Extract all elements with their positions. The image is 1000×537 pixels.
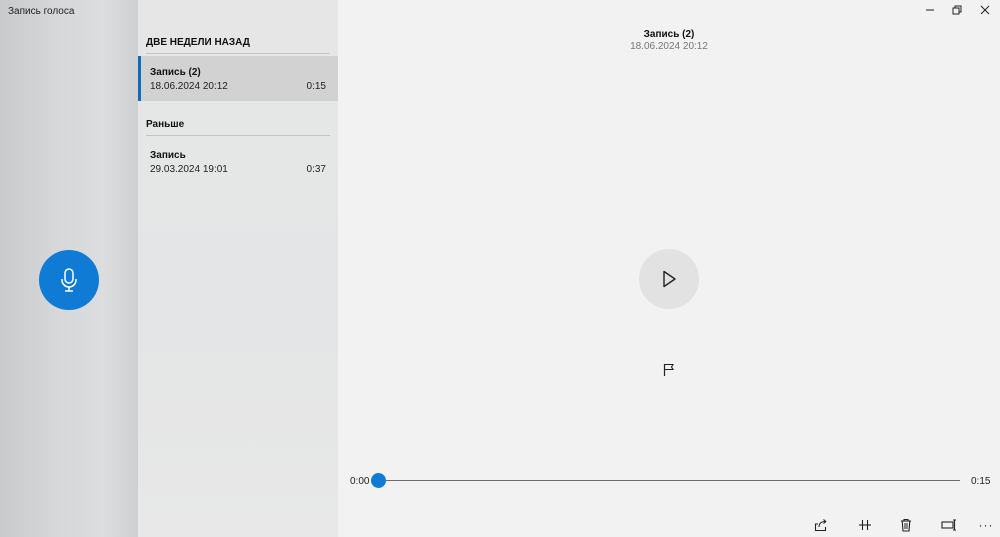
trim-icon [859, 520, 871, 530]
close-icon [980, 5, 990, 15]
recordings-list: ДВЕ НЕДЕЛИ НАЗАД Запись (2) 18.06.2024 2… [138, 0, 338, 537]
time-total: 0:15 [971, 476, 991, 487]
recording-item-selected[interactable]: Запись (2) 18.06.2024 20:12 0:15 [138, 56, 338, 101]
time-elapsed: 0:00 [350, 476, 370, 487]
trash-icon [901, 518, 911, 532]
recording-name: Запись [150, 150, 186, 161]
restore-button[interactable] [942, 0, 972, 20]
close-button[interactable] [970, 0, 1000, 20]
delete-button[interactable] [896, 516, 916, 534]
seek-track[interactable] [378, 480, 960, 481]
recording-duration: 0:15 [306, 81, 326, 92]
rename-icon [941, 519, 956, 531]
share-button[interactable] [811, 516, 831, 534]
more-options-button[interactable]: ··· [976, 516, 996, 534]
add-marker-button[interactable] [660, 361, 678, 379]
share-icon [814, 519, 827, 532]
more-icon: ··· [978, 518, 994, 532]
seek-thumb[interactable] [371, 473, 386, 488]
player-area: Запись (2) 18.06.2024 20:12 0:00 0:15 ··… [338, 0, 1000, 537]
recording-date: 18.06.2024 20:12 [150, 81, 228, 92]
play-icon [663, 270, 676, 288]
current-recording-title: Запись (2) [643, 29, 695, 40]
recording-date: 29.03.2024 19:01 [150, 164, 228, 175]
rename-button[interactable] [939, 516, 959, 534]
group-header-earlier: Раньше [146, 119, 330, 136]
trim-button[interactable] [855, 516, 875, 534]
microphone-icon [61, 268, 77, 292]
recording-duration: 0:37 [306, 164, 326, 175]
minimize-button[interactable] [915, 0, 945, 20]
recording-name: Запись (2) [150, 67, 201, 78]
app-title: Запись голоса [8, 6, 75, 17]
record-panel: Запись голоса [0, 0, 138, 537]
flag-icon [663, 363, 674, 376]
current-recording-date: 18.06.2024 20:12 [630, 41, 708, 52]
record-button[interactable] [39, 250, 99, 310]
restore-icon [952, 5, 962, 15]
group-header-two-weeks: ДВЕ НЕДЕЛИ НАЗАД [146, 37, 330, 54]
recording-item[interactable]: Запись 29.03.2024 19:01 0:37 [138, 139, 338, 184]
play-button[interactable] [639, 249, 699, 309]
minimize-icon [926, 9, 934, 11]
